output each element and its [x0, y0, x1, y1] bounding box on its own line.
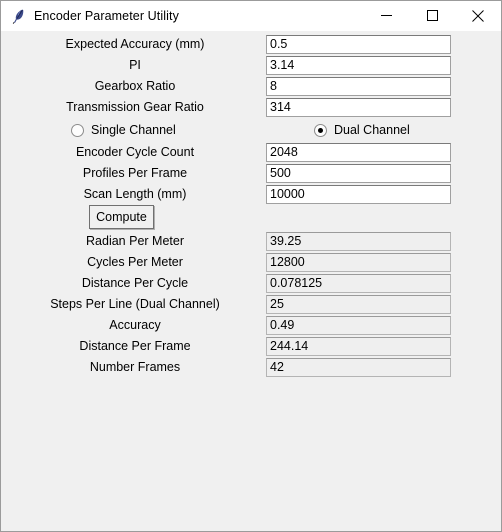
input-scan-length[interactable]: 10000	[266, 185, 451, 204]
label-accuracy: Accuracy	[109, 318, 161, 332]
label-steps-per-line: Steps Per Line (Dual Channel)	[50, 297, 220, 311]
output-distance-per-frame: 244.14	[266, 337, 451, 356]
label-pi: PI	[129, 58, 141, 72]
result-row-distance-per-cycle: Distance Per Cycle 0.078125	[1, 273, 502, 294]
close-icon	[472, 9, 484, 22]
feather-quill-icon	[10, 8, 26, 24]
result-row-steps-per-line: Steps Per Line (Dual Channel) 25	[1, 294, 502, 315]
window-title: Encoder Parameter Utility	[34, 9, 179, 23]
input-encoder-cycle-count[interactable]: 2048	[266, 143, 451, 162]
result-row-radian-per-meter: Radian Per Meter 39.25	[1, 231, 502, 252]
output-radian-per-meter: 39.25	[266, 232, 451, 251]
label-distance-per-cycle: Distance Per Cycle	[81, 276, 189, 290]
result-row-cycles-per-meter: Cycles Per Meter 12800	[1, 252, 502, 273]
label-scan-length: Scan Length (mm)	[83, 187, 187, 201]
label-encoder-cycle-count: Encoder Cycle Count	[75, 145, 195, 159]
close-button[interactable]	[455, 1, 501, 30]
minimize-button[interactable]	[363, 1, 409, 30]
field-row-expected-accuracy: Expected Accuracy (mm) 0.5	[1, 34, 502, 55]
output-steps-per-line: 25	[266, 295, 451, 314]
input-transmission-gear-ratio[interactable]: 314	[266, 98, 451, 117]
field-row-scan-length: Scan Length (mm) 10000	[1, 184, 502, 205]
label-expected-accuracy: Expected Accuracy (mm)	[65, 37, 205, 51]
label-gearbox-ratio: Gearbox Ratio	[94, 79, 176, 93]
radio-dual-channel-indicator[interactable]	[314, 123, 327, 137]
input-profiles-per-frame[interactable]: 500	[266, 164, 451, 183]
field-row-pi: PI 3.14	[1, 55, 502, 76]
label-number-frames: Number Frames	[89, 360, 181, 374]
label-transmission-gear-ratio: Transmission Gear Ratio	[66, 100, 204, 114]
minimize-icon	[380, 15, 392, 16]
radio-single-channel-indicator[interactable]	[71, 123, 84, 137]
input-pi[interactable]: 3.14	[266, 56, 451, 75]
field-row-transmission-gear-ratio: Transmission Gear Ratio 314	[1, 97, 502, 118]
channel-radio-group: Single Channel Dual Channel	[1, 119, 502, 141]
output-cycles-per-meter: 12800	[266, 253, 451, 272]
radio-dual-channel[interactable]: Dual Channel	[314, 119, 410, 141]
field-row-profiles-per-frame: Profiles Per Frame 500	[1, 163, 502, 184]
output-distance-per-cycle: 0.078125	[266, 274, 451, 293]
label-radian-per-meter: Radian Per Meter	[86, 234, 184, 248]
application-window: Encoder Parameter Utility Expected Accur…	[0, 0, 502, 532]
input-expected-accuracy[interactable]: 0.5	[266, 35, 451, 54]
output-number-frames: 42	[266, 358, 451, 377]
radio-dual-channel-label: Dual Channel	[334, 123, 410, 137]
radio-single-channel[interactable]: Single Channel	[71, 119, 176, 141]
compute-button[interactable]: Compute	[89, 205, 154, 229]
maximize-icon	[426, 10, 438, 21]
field-row-encoder-cycle-count: Encoder Cycle Count 2048	[1, 142, 502, 163]
title-bar: Encoder Parameter Utility	[1, 1, 501, 31]
label-distance-per-frame: Distance Per Frame	[79, 339, 191, 353]
result-row-accuracy: Accuracy 0.49	[1, 315, 502, 336]
form-panel: Expected Accuracy (mm) 0.5 PI 3.14 Gearb…	[1, 31, 501, 531]
output-accuracy: 0.49	[266, 316, 451, 335]
result-row-distance-per-frame: Distance Per Frame 244.14	[1, 336, 502, 357]
input-gearbox-ratio[interactable]: 8	[266, 77, 451, 96]
result-row-number-frames: Number Frames 42	[1, 357, 502, 378]
radio-single-channel-label: Single Channel	[91, 123, 176, 137]
field-row-gearbox-ratio: Gearbox Ratio 8	[1, 76, 502, 97]
maximize-button[interactable]	[409, 1, 455, 30]
label-cycles-per-meter: Cycles Per Meter	[87, 255, 183, 269]
label-profiles-per-frame: Profiles Per Frame	[82, 166, 188, 180]
